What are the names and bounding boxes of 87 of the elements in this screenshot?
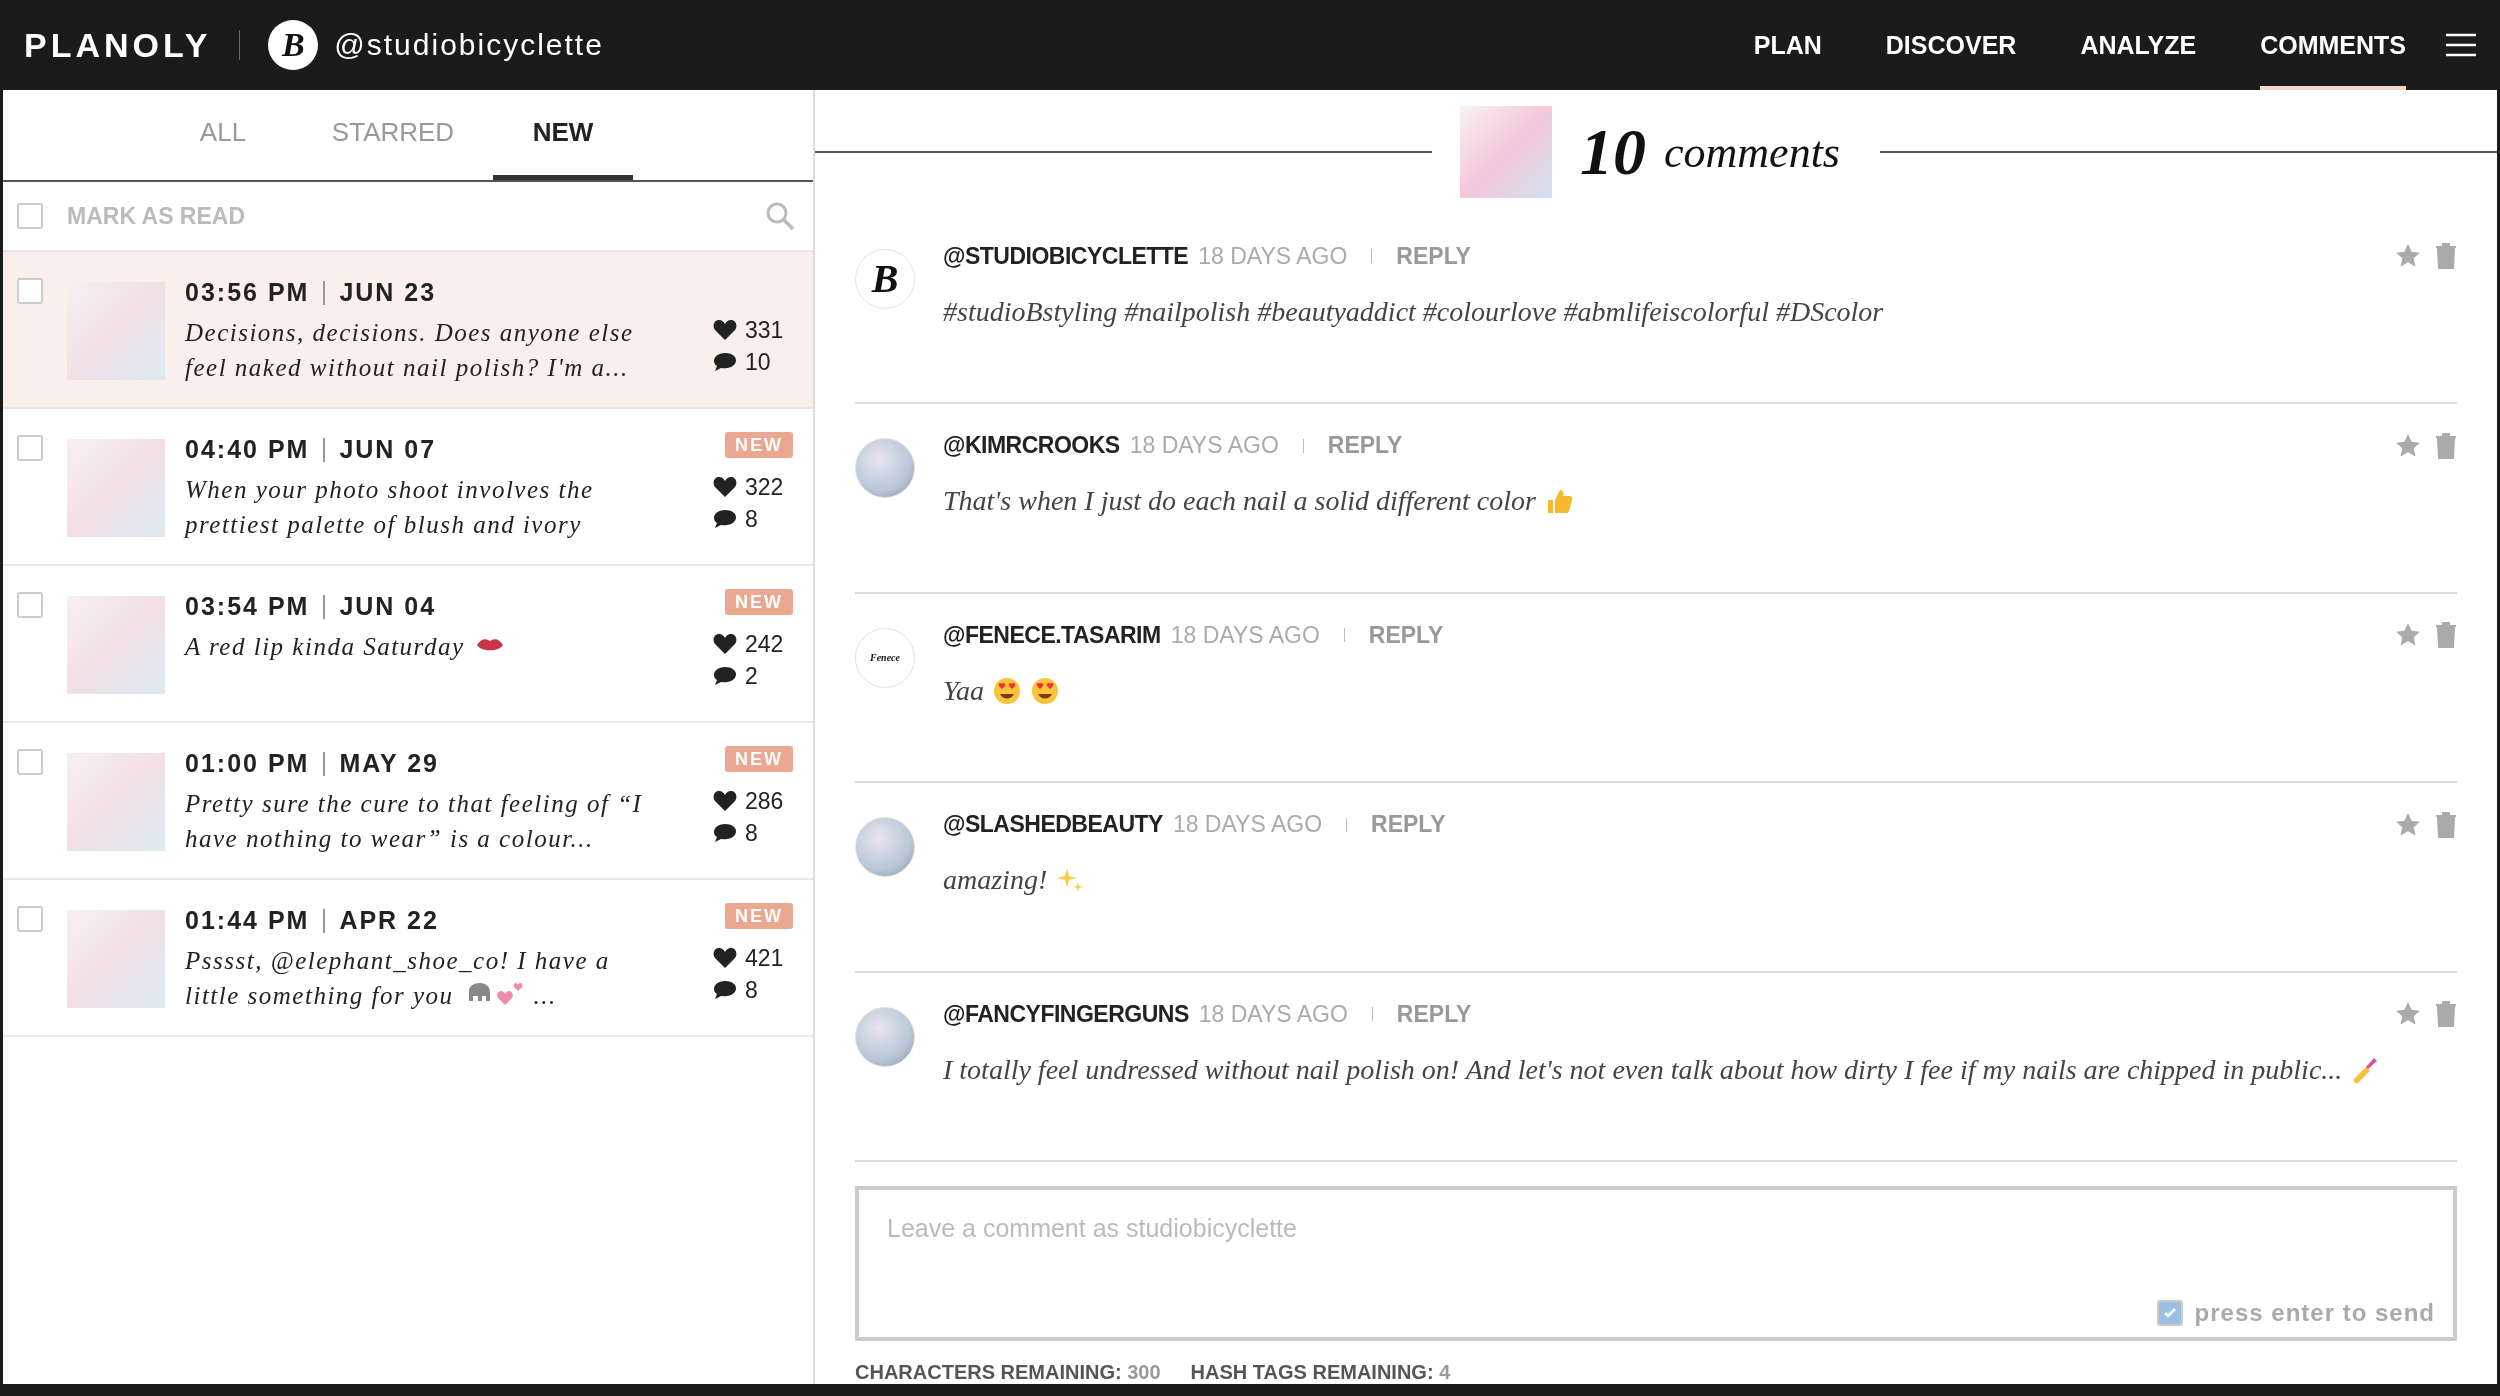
logo[interactable]: PLANOLY [24, 25, 212, 65]
star-icon[interactable] [2395, 811, 2421, 838]
comment-age: 18 DAYS AGO [1172, 811, 1323, 839]
post-caption: When your photo shoot involves the prettiest palette of blush and ivory [185, 475, 595, 540]
heart-icon [713, 319, 737, 341]
trash-icon[interactable] [2435, 432, 2457, 459]
post-time: 01:00 PM [185, 749, 310, 778]
menu-icon[interactable] [2446, 33, 2476, 57]
comment-username[interactable]: @STUDIOBICYCLETTE [943, 242, 1189, 270]
checkbox[interactable] [17, 203, 43, 229]
filter-tab[interactable]: NEW [493, 90, 633, 180]
search-icon[interactable] [765, 201, 795, 231]
speech-bubble-icon [713, 509, 737, 529]
checkbox[interactable] [17, 592, 43, 618]
comment-text: That's when I just do each nail a solid different color [943, 485, 1536, 518]
trash-icon[interactable] [2435, 622, 2457, 649]
speech-bubble-icon [713, 352, 737, 372]
checkbox[interactable] [17, 906, 43, 932]
comment-text: amazing! [943, 864, 1048, 897]
comment-age: 18 DAYS AGO [1198, 1000, 1348, 1028]
checkbox[interactable] [17, 278, 43, 304]
post-caption: Decisions, decisions. Does anyone else feel naked without nail polish? I'm a... [185, 318, 635, 383]
comment-count: 8 [745, 505, 758, 533]
new-badge: NEW [725, 432, 793, 458]
nav-tab[interactable]: DISCOVER [1885, 0, 2017, 90]
post-time: 03:56 PM [185, 278, 310, 307]
post-date: JUN 04 [339, 592, 437, 621]
comment-text: I totally feel undressed without nail polish on! And let's not even talk about how dirty I fee if my nails are chipped in public... [943, 1053, 2343, 1086]
heart-icon [713, 947, 737, 969]
comments-heading: comments [1664, 126, 1840, 178]
comment-username[interactable]: @KIMRCROOKS [943, 432, 1120, 460]
like-count: 286 [745, 787, 784, 815]
comment-age: 18 DAYS AGO [1198, 242, 1348, 270]
comment-username[interactable]: @FANCYFINGERGUNS [943, 1000, 1189, 1028]
like-count: 421 [745, 944, 784, 972]
heart-eyes-icon [1030, 675, 1060, 706]
comment-count: 10 [745, 348, 771, 376]
account-avatar: B [268, 20, 319, 70]
heart-icon [713, 476, 737, 498]
post-date: APR 22 [339, 906, 439, 935]
like-count: 331 [745, 316, 784, 344]
speech-bubble-icon [713, 980, 737, 1000]
post-row[interactable]: 03:56 PM JUN 23 Decisions, decisions. Does anyone else feel naked without nail polish? I'm a... 331 10 [3, 252, 813, 409]
nav-tab[interactable]: ANALYZE [2080, 0, 2197, 90]
post-date: MAY 29 [339, 749, 439, 778]
comment-count: 2 [745, 662, 758, 690]
heart-icon [713, 790, 737, 812]
avatar-logo: Fenece [855, 627, 915, 688]
post-time: 03:54 PM [185, 592, 310, 621]
new-badge: NEW [725, 589, 793, 615]
comment-age: 18 DAYS AGO [1170, 621, 1320, 649]
like-count: 242 [745, 630, 784, 658]
trash-icon[interactable] [2435, 243, 2457, 270]
post-date: JUN 23 [339, 278, 437, 307]
post-caption: A red lip kinda Saturday [185, 629, 647, 669]
new-badge: NEW [725, 903, 793, 929]
account-name[interactable]: @studiobicyclette [334, 28, 604, 62]
post-caption: Pretty sure the cure to that feeling of “I have nothing to wear” is a colour... [185, 789, 644, 854]
nav-tab[interactable]: PLAN [1753, 0, 1822, 90]
heart-eyes-icon [992, 675, 1022, 706]
counter-label: HASH TAGS REMAINING: [1190, 1361, 1434, 1383]
new-badge: NEW [725, 746, 793, 772]
speech-bubble-icon [713, 823, 737, 843]
post-caption: Psssst, @elephant_shoe_co! I have a little something for you ... [185, 946, 611, 1011]
trash-icon[interactable] [2435, 811, 2457, 838]
speech-bubble-icon [713, 666, 737, 686]
like-count: 322 [745, 473, 784, 501]
comment-count: 8 [745, 976, 758, 1004]
heart-icon [713, 633, 737, 655]
comment-text: Yaa [943, 674, 984, 707]
counter-value: 300 [1127, 1361, 1161, 1383]
comment-username[interactable]: @SLASHEDBEAUTY [943, 811, 1163, 839]
comment-text: #studioBstyling #nailpolish #beautyaddict #colourlove #abmlifeiscolorful #DScolor [943, 295, 1884, 328]
checkbox[interactable] [17, 749, 43, 775]
post-time: 01:44 PM [185, 906, 310, 935]
comment-total: 10 [1580, 114, 1646, 191]
comment-count: 8 [745, 819, 758, 847]
checkbox[interactable] [17, 435, 43, 461]
star-icon[interactable] [2395, 432, 2421, 459]
avatar-logo: B [855, 248, 915, 309]
trash-icon[interactable] [2435, 1001, 2457, 1028]
post-time: 04:40 PM [185, 435, 310, 464]
counter-label: CHARACTERS REMAINING: [855, 1361, 1122, 1383]
comment-username[interactable]: @FENECE.TASARIM [943, 621, 1161, 649]
post-date: JUN 07 [339, 435, 437, 464]
counter-value: 4 [1439, 1361, 1451, 1383]
comment-age: 18 DAYS AGO [1129, 432, 1279, 460]
